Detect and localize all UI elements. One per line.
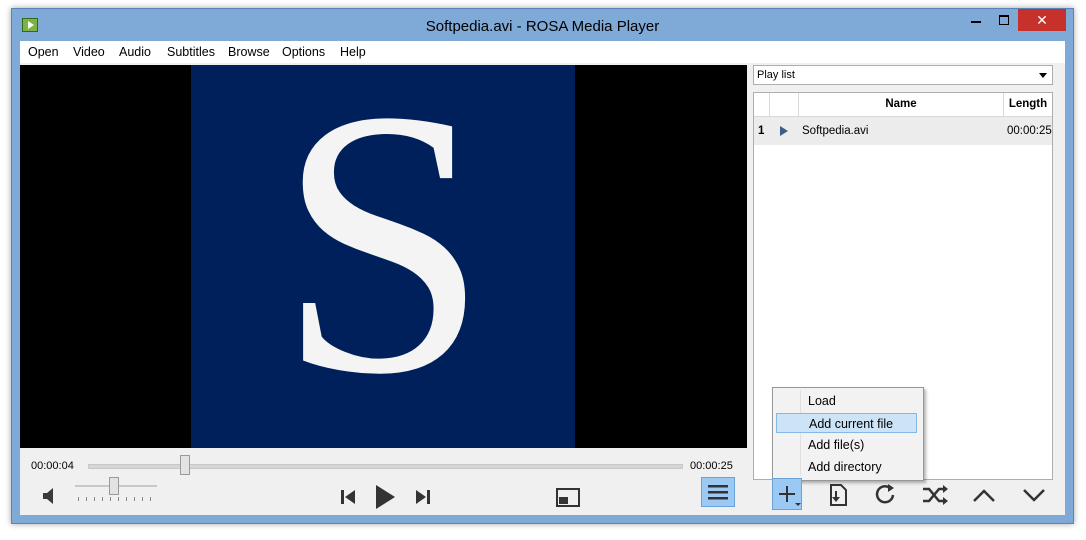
menu-browse[interactable]: Browse xyxy=(228,45,270,59)
play-indicator-icon xyxy=(780,126,788,136)
menu-options[interactable]: Options xyxy=(282,45,325,59)
menu-item-label: Add current file xyxy=(809,417,894,431)
menu-subtitles[interactable]: Subtitles xyxy=(167,45,215,59)
menu-item-load[interactable]: Load xyxy=(776,391,917,411)
fullscreen-icon[interactable] xyxy=(555,487,581,509)
video-display[interactable]: S xyxy=(20,65,747,448)
menu-item-add-files[interactable]: Add file(s) xyxy=(776,435,917,455)
menu-item-add-directory[interactable]: Add directory xyxy=(776,457,917,477)
row-name: Softpedia.avi xyxy=(802,125,869,137)
window-title: Softpedia.avi - ROSA Media Player xyxy=(425,18,660,35)
playlist-toggle-button[interactable] xyxy=(701,477,735,507)
menu-video[interactable]: Video xyxy=(73,45,105,59)
seek-handle[interactable] xyxy=(180,455,190,475)
menu-item-label: Add directory xyxy=(808,460,882,474)
menu-item-label: Load xyxy=(808,394,836,408)
menu-audio[interactable]: Audio xyxy=(119,45,151,59)
playlist-selector-value: Play list xyxy=(757,69,795,81)
repeat-icon[interactable] xyxy=(873,482,899,508)
maximize-button[interactable] xyxy=(990,9,1018,31)
total-time: 00:00:25 xyxy=(690,460,733,472)
video-frame: S xyxy=(191,65,575,448)
save-playlist-icon[interactable] xyxy=(826,482,850,508)
playlist-selector[interactable]: Play list xyxy=(753,65,1053,85)
seek-bar[interactable] xyxy=(88,464,683,469)
elapsed-time: 00:00:04 xyxy=(31,460,74,472)
header-index xyxy=(754,93,770,116)
menu-item-label: Add file(s) xyxy=(808,438,865,452)
add-icon[interactable] xyxy=(772,478,802,510)
title-bar[interactable]: Softpedia.avi - ROSA Media Player ✕ xyxy=(12,9,1073,41)
skip-previous-icon[interactable] xyxy=(338,487,358,507)
playlist-header: Name Length xyxy=(754,93,1052,117)
chevron-down-icon xyxy=(1039,73,1047,78)
close-button[interactable]: ✕ xyxy=(1018,9,1066,31)
video-frame-letter: S xyxy=(277,65,489,448)
add-context-menu: Load Add current file Add file(s) Add di… xyxy=(772,387,924,481)
header-name[interactable]: Name xyxy=(799,93,1004,116)
dropdown-arrow-icon xyxy=(795,503,801,506)
menu-help[interactable]: Help xyxy=(340,45,366,59)
header-length[interactable]: Length xyxy=(1004,93,1052,116)
playlist-row[interactable]: 1 Softpedia.avi 00:00:25 xyxy=(754,117,1052,145)
volume-handle[interactable] xyxy=(109,477,119,495)
row-length: 00:00:25 xyxy=(1007,125,1052,137)
row-index: 1 xyxy=(758,125,765,137)
minimize-button[interactable] xyxy=(962,9,990,31)
chevron-up-icon[interactable] xyxy=(971,486,997,504)
volume-ticks xyxy=(78,497,158,501)
menu-bar: Open Video Audio Subtitles Browse Option… xyxy=(20,41,1065,63)
play-icon[interactable] xyxy=(370,482,398,512)
header-status xyxy=(770,93,799,116)
skip-next-icon[interactable] xyxy=(413,487,433,507)
menu-icon xyxy=(708,485,728,500)
speaker-icon[interactable] xyxy=(39,485,65,507)
shuffle-icon[interactable] xyxy=(921,484,949,506)
chevron-down-icon[interactable] xyxy=(1021,486,1047,504)
menu-item-add-current-file[interactable]: Add current file xyxy=(776,413,917,433)
menu-open[interactable]: Open xyxy=(28,45,59,59)
